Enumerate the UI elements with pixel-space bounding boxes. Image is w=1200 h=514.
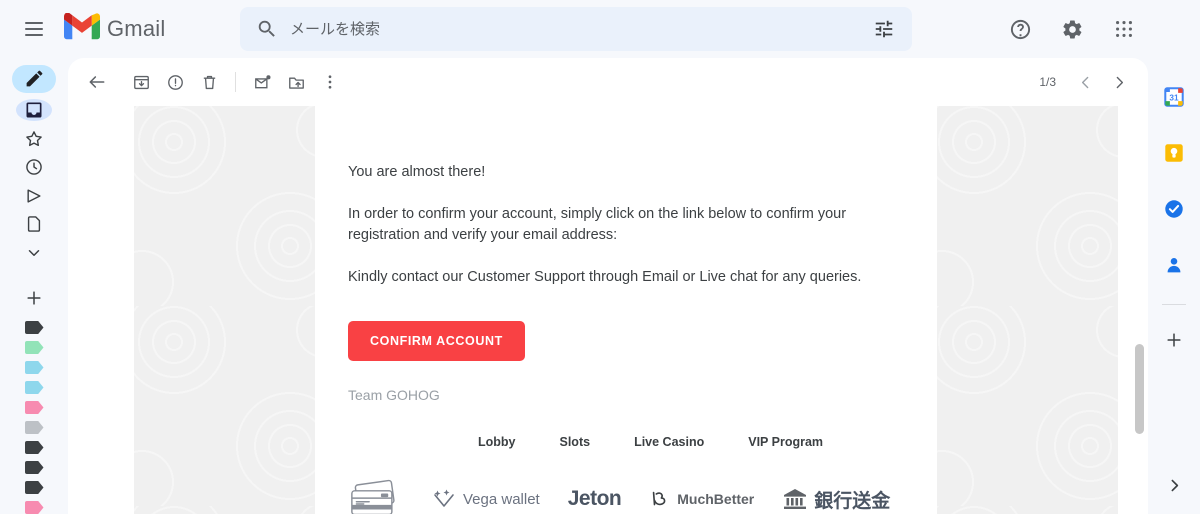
- gear-icon[interactable]: [1052, 9, 1092, 49]
- more-vertical-icon[interactable]: [313, 65, 347, 99]
- prev-message-button[interactable]: [1070, 67, 1100, 97]
- muchbetter-label: MuchBetter: [677, 491, 755, 508]
- message-pager: 1/3: [1039, 58, 1134, 106]
- label-tag-7[interactable]: [24, 461, 44, 475]
- footer-link-slots[interactable]: Slots: [560, 435, 591, 449]
- bank-transfer-label: 銀行送金: [814, 490, 891, 512]
- rail-divider: [1162, 304, 1186, 305]
- email-paragraph-2: In order to confirm your account, simply…: [348, 206, 847, 244]
- label-tag-3[interactable]: [24, 381, 44, 395]
- label-list: [24, 321, 44, 514]
- expand-panel-button[interactable]: [1157, 468, 1191, 502]
- vega-wallet-logo: Vega wallet: [431, 487, 540, 511]
- email-paragraph-3: Kindly contact our Customer Support thro…: [348, 269, 862, 286]
- footer-link-lobby[interactable]: Lobby: [478, 435, 516, 449]
- credit-cards-icon: [348, 479, 403, 514]
- payment-methods: Vega wallet Jeton MuchBetter 銀行送金: [348, 479, 908, 514]
- email-body-viewport: You are almost there! In order to confir…: [68, 106, 1148, 514]
- top-bar: Gmail: [0, 0, 1200, 58]
- add-label-button[interactable]: [16, 286, 52, 309]
- trash-icon[interactable]: [192, 65, 226, 99]
- label-tag-5[interactable]: [24, 421, 44, 435]
- top-right-actions: [1000, 9, 1144, 49]
- email-content: You are almost there! In order to confir…: [348, 106, 908, 514]
- email-signature: Team GOHOG: [348, 387, 440, 404]
- compose-button[interactable]: [12, 65, 56, 93]
- pager-count: 1/3: [1039, 75, 1056, 89]
- toolbar-divider: [235, 72, 236, 92]
- sidebar-item-drafts[interactable]: [16, 213, 52, 236]
- report-spam-icon[interactable]: [158, 65, 192, 99]
- muchbetter-logo: MuchBetter: [649, 488, 754, 510]
- sidebar-item-more[interactable]: [16, 242, 52, 265]
- email-paragraph-1: You are almost there!: [348, 164, 486, 180]
- move-to-folder-icon[interactable]: [279, 65, 313, 99]
- back-arrow-icon[interactable]: [80, 65, 114, 99]
- contacts-person-icon[interactable]: [1157, 248, 1191, 282]
- search-icon: [256, 18, 278, 40]
- label-tag-9[interactable]: [24, 501, 44, 514]
- calendar-icon[interactable]: 31: [1157, 80, 1191, 114]
- apps-grid-icon[interactable]: [1104, 9, 1144, 49]
- jeton-logo: Jeton: [568, 487, 622, 511]
- label-tag-1[interactable]: [24, 341, 44, 355]
- gmail-brand[interactable]: Gmail: [64, 12, 166, 45]
- sidebar-item-sent[interactable]: [16, 185, 52, 208]
- email-footer-nav: Lobby Slots Live Casino VIP Program: [348, 435, 908, 449]
- sidebar-item-snoozed[interactable]: [16, 156, 52, 179]
- help-icon[interactable]: [1000, 9, 1040, 49]
- label-tag-4[interactable]: [24, 401, 44, 415]
- search-bar[interactable]: [240, 7, 912, 51]
- bank-transfer-logo: 銀行送金: [782, 486, 890, 513]
- footer-link-vip-program[interactable]: VIP Program: [748, 435, 823, 449]
- keep-bulb-icon[interactable]: [1157, 136, 1191, 170]
- right-rail: 31: [1148, 58, 1200, 514]
- vega-wallet-label: Vega wallet: [463, 490, 540, 508]
- mark-unread-icon[interactable]: [245, 65, 279, 99]
- sidebar-item-starred[interactable]: [16, 127, 52, 150]
- next-message-button[interactable]: [1104, 67, 1134, 97]
- gmail-logo-icon: [64, 12, 100, 45]
- label-tag-0[interactable]: [24, 321, 44, 335]
- tune-icon[interactable]: [866, 11, 902, 47]
- message-toolbar: 1/3: [68, 58, 1148, 106]
- email-scrollbar-thumb[interactable]: [1135, 344, 1144, 434]
- archive-icon[interactable]: [124, 65, 158, 99]
- svg-text:31: 31: [1169, 94, 1179, 103]
- left-rail: [0, 58, 68, 514]
- search-input[interactable]: [278, 20, 866, 38]
- email-panel: 1/3 You are almost there! In order to co…: [68, 58, 1148, 514]
- jeton-label: Jeton: [567, 487, 622, 511]
- sidebar-item-inbox[interactable]: [16, 98, 52, 122]
- label-tag-8[interactable]: [24, 481, 44, 495]
- label-tag-2[interactable]: [24, 361, 44, 375]
- label-tag-6[interactable]: [24, 441, 44, 455]
- footer-link-live-casino[interactable]: Live Casino: [634, 435, 704, 449]
- brand-label: Gmail: [107, 16, 166, 41]
- add-app-button[interactable]: [1157, 323, 1191, 357]
- gmail-window: Gmail メールを検索 31 1/3 You are almost there…: [0, 0, 1200, 514]
- confirm-account-button[interactable]: CONFIRM ACCOUNT: [348, 321, 525, 362]
- tasks-check-icon[interactable]: [1157, 192, 1191, 226]
- hamburger-icon[interactable]: [14, 9, 54, 49]
